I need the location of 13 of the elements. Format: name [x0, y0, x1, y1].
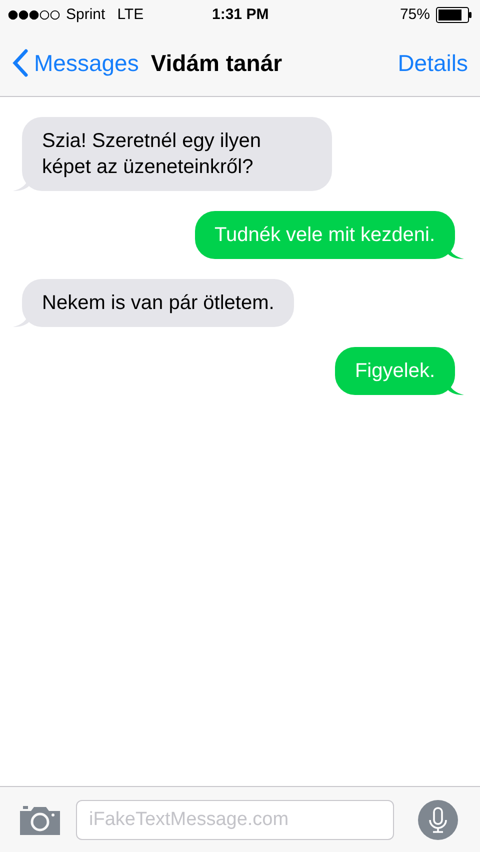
message-input-field[interactable]: iFakeTextMessage.com [76, 800, 394, 840]
chevron-left-icon [12, 49, 28, 77]
microphone-icon[interactable] [418, 800, 458, 840]
clock-time: 1:31 PM [212, 4, 269, 25]
back-button[interactable]: Messages [12, 46, 139, 80]
contact-name: Vidám tanár [150, 48, 282, 78]
details-button[interactable]: Details [398, 46, 468, 80]
carrier-name: Sprint [66, 4, 106, 25]
battery-icon [436, 7, 472, 23]
battery-percentage: 75% [400, 4, 430, 25]
network-type: LTE [117, 4, 144, 25]
camera-icon[interactable] [20, 804, 60, 834]
signal-strength-icon [8, 10, 60, 20]
